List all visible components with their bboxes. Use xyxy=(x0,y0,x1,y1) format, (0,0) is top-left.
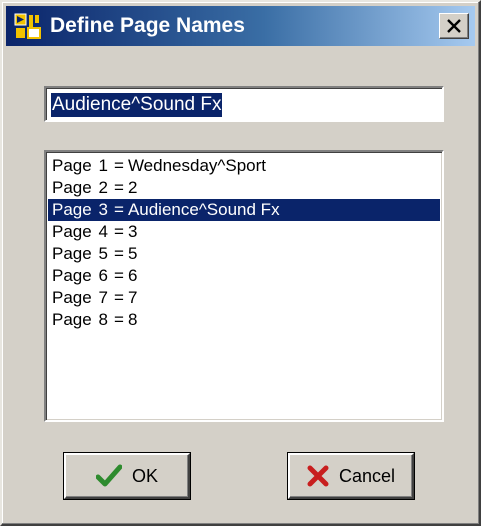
page-list-item[interactable]: Page 1 = Wednesday^Sport xyxy=(48,155,440,177)
page-list-item-prefix: Page xyxy=(52,200,92,219)
close-icon xyxy=(447,19,461,33)
page-list-item[interactable]: Page 7 = 7 xyxy=(48,287,440,309)
page-list-item-equals: = xyxy=(114,178,124,197)
page-list-item-number: 6 xyxy=(98,266,108,285)
page-list-item-prefix: Page xyxy=(52,310,92,329)
ok-button-label: OK xyxy=(131,465,158,486)
page-name-input[interactable] xyxy=(44,86,444,122)
page-list[interactable]: Page 1 = Wednesday^Sport Page 2 = 2 Page 3 = Audien… xyxy=(44,150,444,422)
page-list-item-number: 5 xyxy=(98,244,108,263)
page-list-item-number: 2 xyxy=(98,178,108,197)
page-list-item-number: 1 xyxy=(98,156,108,175)
window-title: Define Page Names xyxy=(50,14,245,37)
page-list-item-equals: = xyxy=(114,288,124,307)
page-list-item-equals: = xyxy=(114,200,124,219)
page-list-item-name: 6 xyxy=(127,266,138,285)
page-list-item-equals: = xyxy=(114,222,124,241)
page-list-item-number: 8 xyxy=(98,310,108,329)
page-list-item[interactable]: Page 4 = 3 xyxy=(48,221,440,243)
page-list-item-prefix: Page xyxy=(52,266,92,285)
page-list-item-number: 4 xyxy=(98,222,108,241)
page-list-item-prefix: Page xyxy=(52,244,92,263)
page-list-item[interactable]: Page 5 = 5 xyxy=(48,243,440,265)
page-list-item-number: 7 xyxy=(98,288,108,307)
page-list-item[interactable]: Page 8 = 8 xyxy=(48,309,440,331)
page-list-item-equals: = xyxy=(114,266,124,285)
define-page-names-dialog: Define Page Names Audience^Sound Fx Page… xyxy=(0,0,481,526)
page-list-item-number: 3 xyxy=(98,200,108,219)
checkmark-icon xyxy=(95,464,122,487)
page-list-item-name: 2 xyxy=(127,178,138,197)
page-list-item[interactable]: Page 3 = Audience^Sound Fx xyxy=(48,199,440,221)
app-icon xyxy=(14,12,42,40)
page-list-item-name: Wednesday^Sport xyxy=(127,156,267,175)
page-list-item[interactable]: Page 6 = 6 xyxy=(48,265,440,287)
title-bar[interactable]: Define Page Names xyxy=(6,6,475,46)
page-list-item-name: 7 xyxy=(127,288,138,307)
page-list-item-prefix: Page xyxy=(52,178,92,197)
page-list-item-name: Audience^Sound Fx xyxy=(127,200,280,219)
page-list-item-prefix: Page xyxy=(52,222,92,241)
red-x-icon xyxy=(307,465,329,487)
page-list-item-equals: = xyxy=(114,244,124,263)
page-list-item-name: 8 xyxy=(127,310,138,329)
page-list-item-prefix: Page xyxy=(52,288,92,307)
page-list-item-name: 5 xyxy=(127,244,138,263)
page-list-item-equals: = xyxy=(114,310,124,329)
page-list-item-name: 3 xyxy=(127,222,138,241)
close-button[interactable] xyxy=(439,13,469,39)
cancel-button[interactable]: Cancel xyxy=(288,453,414,499)
page-list-item-prefix: Page xyxy=(52,156,92,175)
page-list-item[interactable]: Page 2 = 2 xyxy=(48,177,440,199)
cancel-button-label: Cancel xyxy=(338,465,396,486)
ok-button[interactable]: OK xyxy=(64,453,190,499)
page-list-item-equals: = xyxy=(114,156,124,175)
